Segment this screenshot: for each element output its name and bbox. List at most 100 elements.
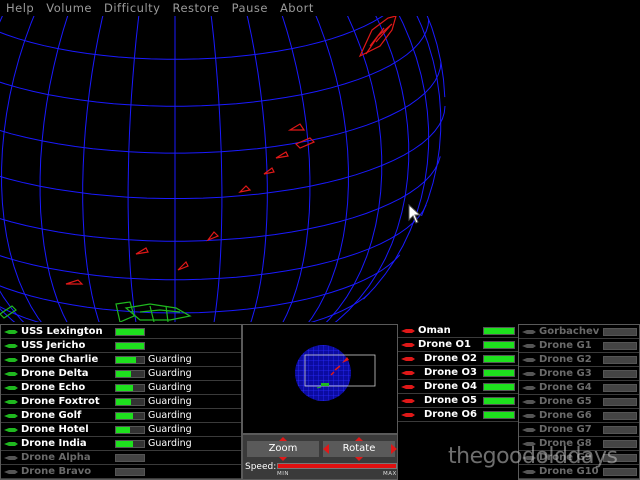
ship-row[interactable]: Drone Hotel Guarding [1,423,241,437]
ship-row[interactable]: Drone G5 [519,395,639,409]
speed-fill [278,464,396,468]
ship-row[interactable]: Drone G3 [519,367,639,381]
ship-row[interactable]: Drone Charlie Guarding [1,353,241,367]
ship-row[interactable]: Drone Echo Guarding [1,381,241,395]
ship-icon [519,368,539,380]
ship-status: Guarding [148,424,192,435]
ship-name: Drone Charlie [21,354,99,365]
menu-difficulty[interactable]: Difficulty [104,0,160,16]
ship-status: Guarding [148,354,192,365]
health-bar [603,454,637,462]
ship-row[interactable]: Drone G9 [519,451,639,465]
ship-row[interactable]: Oman [398,324,518,338]
ship-name: Drone G6 [539,410,592,421]
ship-icon [398,409,418,421]
enemy-ship-icon[interactable] [275,151,289,159]
minimap[interactable] [242,324,398,434]
enemy-ship-icon[interactable] [263,167,275,175]
menu-help[interactable]: Help [6,0,34,16]
health-bar [483,355,515,363]
minimap-globe [295,345,376,401]
ship-row[interactable]: Drone G10 [519,465,639,479]
ship-name: Drone O2 [424,353,477,364]
health-bar [115,398,145,406]
zoom-in-arrow-icon [279,437,287,441]
ship-row[interactable]: Drone G7 [519,423,639,437]
ship-row[interactable]: Gorbachev [519,325,639,339]
enemy-ship-icon[interactable] [206,231,220,242]
ship-icon [1,424,21,436]
enemy-ship-icon[interactable] [135,247,149,255]
menu-volume[interactable]: Volume [46,0,92,16]
enemy-ship-icon[interactable] [177,260,189,271]
ship-row[interactable]: Drone Foxtrot Guarding [1,395,241,409]
ship-icon [398,339,418,351]
health-bar [483,369,515,377]
menu-pause[interactable]: Pause [232,0,268,16]
speed-slider[interactable] [277,463,397,469]
ship-row[interactable]: Drone G6 [519,409,639,423]
ship-row[interactable]: Drone G2 [519,353,639,367]
ship-name: Drone O3 [424,367,477,378]
health-bar [115,426,145,434]
ship-icon [519,340,539,352]
rotate-left-arrow-icon [323,444,329,454]
ship-icon [519,396,539,408]
ship-name: Drone O1 [418,339,471,350]
rotate-down-arrow-icon [355,457,363,461]
enemy-ship-icon[interactable] [287,123,306,131]
latitude-line [0,254,401,314]
enemy-ship-icon[interactable] [238,185,252,193]
ship-row[interactable]: Drone O1 [398,338,518,352]
ship-name: Drone O6 [424,409,477,420]
ship-row[interactable]: Drone G1 [519,339,639,353]
ship-row[interactable]: Drone G4 [519,381,639,395]
ship-name: Drone Bravo [21,466,92,477]
menu-abort[interactable]: Abort [280,0,314,16]
latitude-line [0,156,441,242]
speed-max-label: MAX [383,471,397,477]
health-bar [483,397,515,405]
mouse-cursor-icon [408,204,422,224]
ship-name: Drone Hotel [21,424,89,435]
ship-icon [1,452,21,464]
ship-row[interactable]: USS Lexington [1,325,241,339]
ship-status: Guarding [148,410,192,421]
ship-row[interactable]: Drone Alpha [1,451,241,465]
tactical-view[interactable] [0,16,640,322]
ship-row[interactable]: USS Jericho [1,339,241,353]
camera-controls: Zoom Rotate Speed: MIN MAX [242,434,398,480]
health-bar [603,328,637,336]
ship-row[interactable]: Drone O6 [398,408,518,422]
ship-name: Drone G1 [539,340,592,351]
ship-row[interactable]: Drone Bravo [1,465,241,479]
rotate-up-arrow-icon [355,437,363,441]
ship-icon [1,410,21,422]
ship-name: Drone O4 [424,381,477,392]
speed-label: Speed: [245,462,277,472]
ship-icon [1,340,21,352]
ship-row[interactable]: Drone Golf Guarding [1,409,241,423]
health-bar [603,426,637,434]
health-bar [603,412,637,420]
ship-icon [519,382,539,394]
ship-status: Guarding [148,438,192,449]
ship-row[interactable]: Drone O5 [398,394,518,408]
enemy-ship-icon[interactable] [65,279,84,285]
ship-icon [1,382,21,394]
menu-restore[interactable]: Restore [172,0,219,16]
ship-row[interactable]: Drone India Guarding [1,437,241,451]
health-bar [115,384,145,392]
ship-row[interactable]: Drone O2 [398,352,518,366]
ship-row[interactable]: Drone O4 [398,380,518,394]
ship-row[interactable]: Drone O3 [398,366,518,380]
enemy-ship-icon[interactable] [365,23,393,55]
ship-icon [519,452,539,464]
ship-row[interactable]: Drone Delta Guarding [1,367,241,381]
ship-row[interactable]: Drone G8 [519,437,639,451]
ship-name: Drone G4 [539,382,592,393]
enemy-ship-icon[interactable] [294,137,316,149]
longitude-line [0,308,16,322]
ship-name: Drone Golf [21,410,82,421]
menu-bar: Help Volume Difficulty Restore Pause Abort [0,0,640,16]
